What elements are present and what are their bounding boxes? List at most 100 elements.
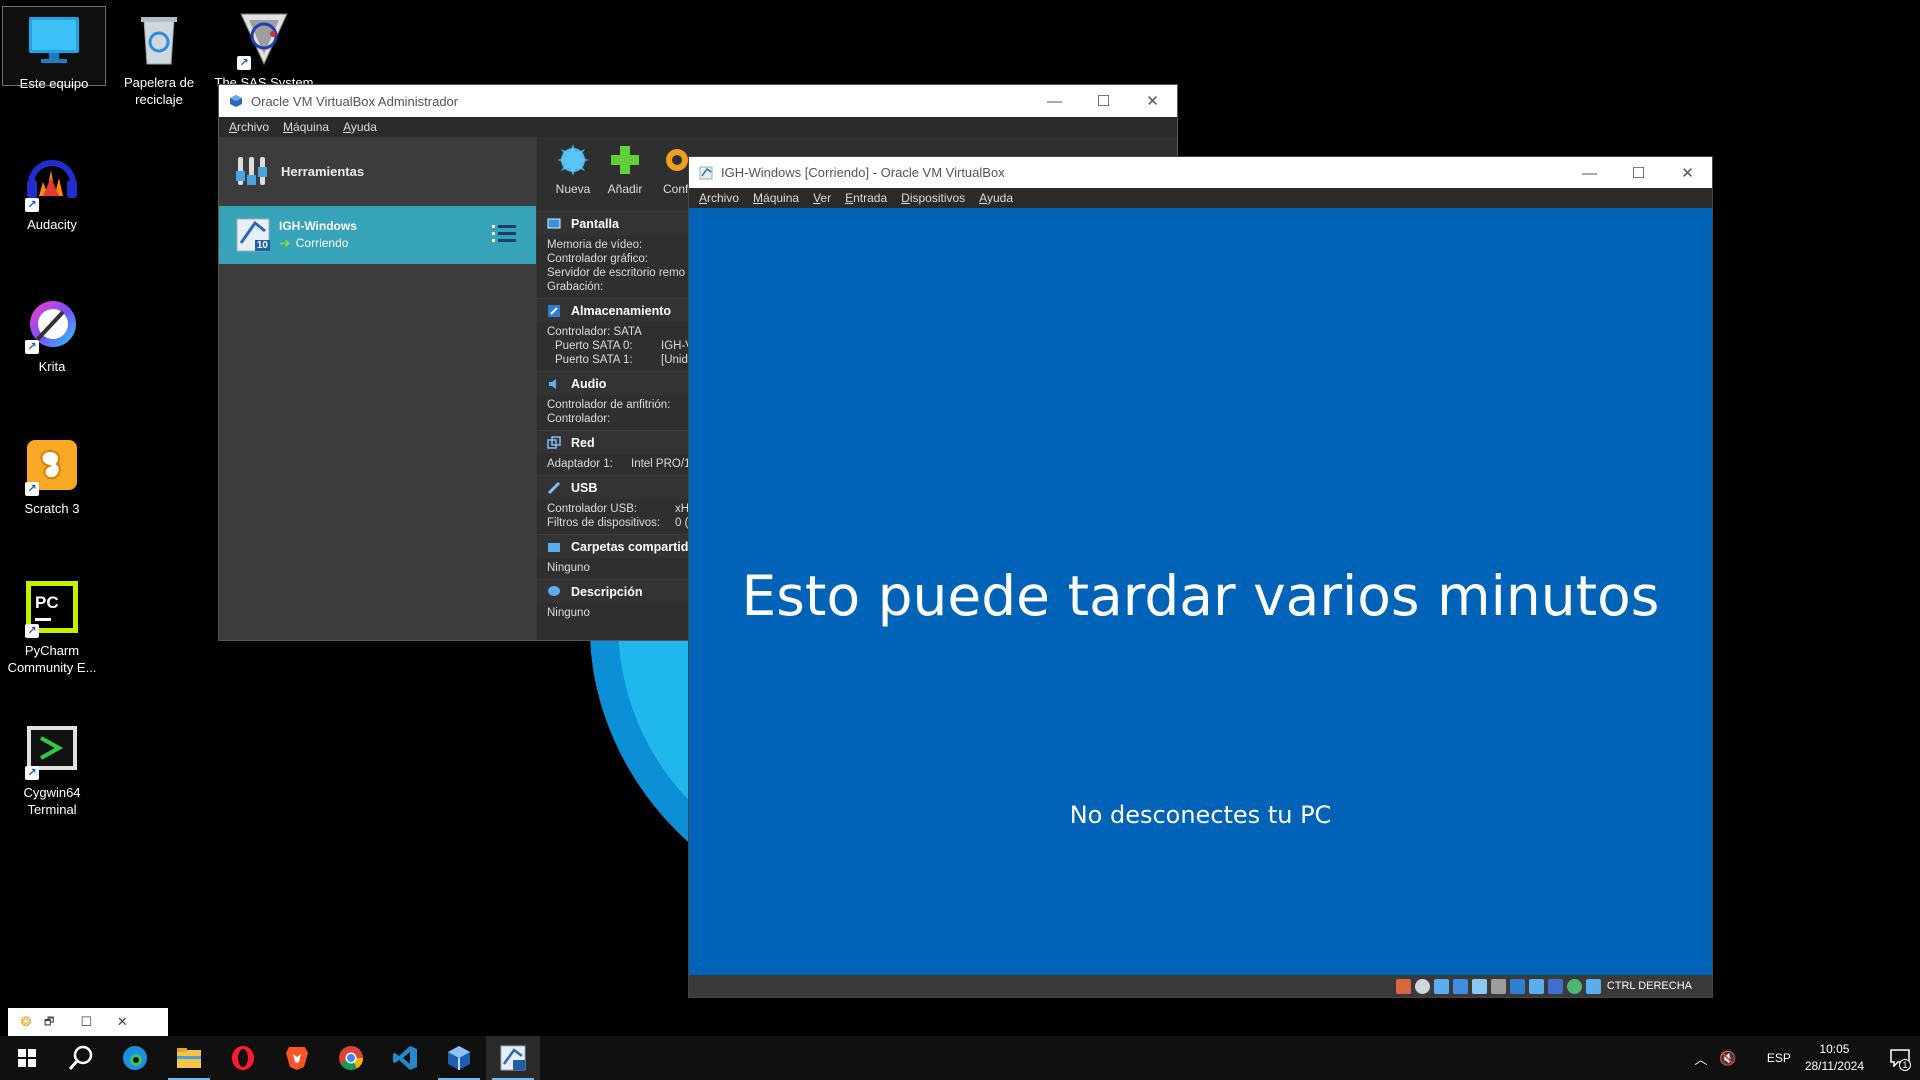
menu-ayuda[interactable]: Ayuda <box>343 120 377 134</box>
pycharm-icon: PC ↗ <box>23 578 81 638</box>
taskbar-edge[interactable] <box>108 1036 162 1080</box>
start-button[interactable] <box>0 1036 54 1080</box>
add-plus-icon <box>611 146 639 174</box>
desktop: Este equipo Papelera de reciclaje ↗ The … <box>0 0 1920 1036</box>
virtualbox-vm-icon <box>500 1045 526 1071</box>
close-button[interactable]: ✕ <box>1663 157 1712 189</box>
shortcut-arrow-icon: ↗ <box>25 482 39 496</box>
mouse-integration-icon[interactable] <box>1585 978 1601 994</box>
network-icon <box>547 435 561 449</box>
language-indicator[interactable]: ESP <box>1767 1051 1791 1065</box>
detail-key: Controlador USB: <box>547 503 638 515</box>
search-button[interactable] <box>54 1036 108 1080</box>
desktop-icon-recycle-bin[interactable]: Papelera de reciclaje <box>107 6 211 108</box>
desktop-icon-label: Papelera de reciclaje <box>123 75 195 107</box>
desktop-icon-cygwin[interactable]: ↗ Cygwin64 Terminal <box>0 716 104 818</box>
desktop-icon-krita[interactable]: ↗ Krita <box>0 290 104 375</box>
minimize-button[interactable]: — <box>1030 85 1079 117</box>
desktop-icon-label: Cygwin64 Terminal <box>23 785 81 817</box>
shortcut-arrow-icon: ↗ <box>25 198 39 212</box>
menu-entrada[interactable]: Entrada <box>845 191 887 205</box>
hard-disk-icon[interactable] <box>1395 978 1411 994</box>
detail-value: xH <box>675 503 690 515</box>
new-vm-label: Nueva <box>555 182 591 196</box>
menu-maquina[interactable]: Máquina <box>283 120 329 134</box>
vm-window[interactable]: IGH-Windows [Corriendo] - Oracle VM Virt… <box>688 156 1713 998</box>
shared-folders-icon[interactable] <box>1490 978 1506 994</box>
taskbar-brave[interactable] <box>270 1036 324 1080</box>
taskbar-virtualbox-manager[interactable] <box>432 1036 486 1080</box>
desktop-icon-scratch[interactable]: ↗ Scratch 3 <box>0 432 104 517</box>
guest-message-main: Esto puede tardar varios minutos <box>741 564 1660 628</box>
manager-titlebar[interactable]: Oracle VM VirtualBox Administrador — ☐ ✕ <box>219 85 1177 117</box>
close-button[interactable]: ✕ <box>1128 85 1177 117</box>
folder-icon <box>548 542 560 552</box>
monitor-icon <box>25 11 83 69</box>
vm-menubar: Archivo Máquina Ver Entrada Dispositivos… <box>689 188 1712 208</box>
minimized-window[interactable]: ❂ 🗗 ☐ ✕ <box>8 1008 168 1036</box>
desktop-icon-sas[interactable]: ↗ The SAS System <box>212 6 316 91</box>
taskbar-chrome[interactable] <box>324 1036 378 1080</box>
menu-archivo[interactable]: Archivo <box>229 120 269 134</box>
tools-item[interactable]: Herramientas <box>219 137 536 205</box>
restore-button[interactable]: 🗗 <box>44 1013 54 1032</box>
display-icon[interactable] <box>1509 978 1525 994</box>
virtualization-icon[interactable] <box>1547 978 1563 994</box>
system-tray: ︿ 🔇 ESP 10:05 28/11/2024 1 <box>1694 1036 1920 1080</box>
optical-drive-icon[interactable] <box>1414 978 1430 994</box>
search-icon <box>68 1045 93 1070</box>
cpu-icon[interactable] <box>1566 978 1582 994</box>
menu-archivo[interactable]: Archivo <box>699 191 739 205</box>
detail-key: Puerto SATA 0: <box>555 340 633 352</box>
menu-dispositivos[interactable]: Dispositivos <box>901 191 965 205</box>
taskbar-vscode[interactable] <box>378 1036 432 1080</box>
detail-value: [Unid <box>661 354 688 366</box>
detail-key: Adaptador 1: <box>547 458 613 470</box>
desktop-icon-this-pc[interactable]: Este equipo <box>2 6 106 91</box>
usb-icon[interactable] <box>1471 978 1487 994</box>
add-vm-label: Añadir <box>607 182 643 196</box>
maximize-button[interactable]: ☐ <box>1079 85 1128 117</box>
taskbar-opera[interactable] <box>216 1036 270 1080</box>
vm-name: IGH-Windows <box>279 218 357 233</box>
manager-menubar: Archivo Máquina Ayuda <box>219 117 1177 137</box>
file-explorer-icon <box>177 1048 201 1068</box>
new-star-icon <box>557 144 589 176</box>
menu-maquina[interactable]: Máquina <box>753 191 799 205</box>
chevron-up-icon[interactable]: ︿ <box>1694 1049 1707 1068</box>
storage-icon <box>548 304 560 317</box>
close-button[interactable]: ✕ <box>104 1014 140 1030</box>
desktop-icon-pycharm[interactable]: PC ↗ PyCharm Community E... <box>0 574 104 676</box>
volume-muted-icon[interactable]: 🔇 <box>1719 1050 1736 1067</box>
clock[interactable]: 10:05 28/11/2024 <box>1805 1041 1864 1075</box>
vm-menu-icon[interactable] <box>492 223 516 250</box>
video-capture-icon[interactable] <box>1528 978 1544 994</box>
maximize-button[interactable]: ☐ <box>1614 157 1663 189</box>
new-vm-button[interactable]: Nueva <box>547 137 599 209</box>
notification-center-button[interactable]: 1 <box>1880 1036 1920 1080</box>
detail-key: Puerto SATA 1: <box>555 354 633 366</box>
taskbar-file-explorer[interactable] <box>162 1036 216 1080</box>
virtualbox-icon <box>448 1046 470 1070</box>
maximize-button[interactable]: ☐ <box>68 1014 104 1030</box>
guest-screen[interactable]: Esto puede tardar varios minutos No desc… <box>689 208 1712 975</box>
vm-list-item[interactable]: 10 IGH-Windows ➜ Corriendo <box>219 206 536 264</box>
minimize-button[interactable]: — <box>1565 157 1614 189</box>
manager-title: Oracle VM VirtualBox Administrador <box>251 93 459 109</box>
network-icon[interactable] <box>1452 978 1468 994</box>
menu-ver[interactable]: Ver <box>813 191 831 205</box>
scratch-icon: ↗ <box>23 436 81 496</box>
section-title: Almacenamiento <box>571 303 672 318</box>
taskbar-vm-igh-windows[interactable] <box>486 1036 540 1080</box>
vm-titlebar[interactable]: IGH-Windows [Corriendo] - Oracle VM Virt… <box>689 157 1712 188</box>
clock-time: 10:05 <box>1819 1042 1850 1056</box>
app-small-icon: ❂ <box>20 1014 32 1029</box>
taskbar: ︿ 🔇 ESP 10:05 28/11/2024 1 <box>0 1036 1920 1080</box>
menu-ayuda[interactable]: Ayuda <box>979 191 1013 205</box>
desktop-icon-audacity[interactable]: ↗ Audacity <box>0 148 104 233</box>
add-vm-button[interactable]: Añadir <box>599 137 651 209</box>
windows-start-icon <box>18 1049 36 1067</box>
desktop-icon-label: Scratch 3 <box>24 501 80 516</box>
audio-icon[interactable] <box>1433 978 1449 994</box>
vm-window-title: IGH-Windows [Corriendo] - Oracle VM Virt… <box>721 165 1005 180</box>
